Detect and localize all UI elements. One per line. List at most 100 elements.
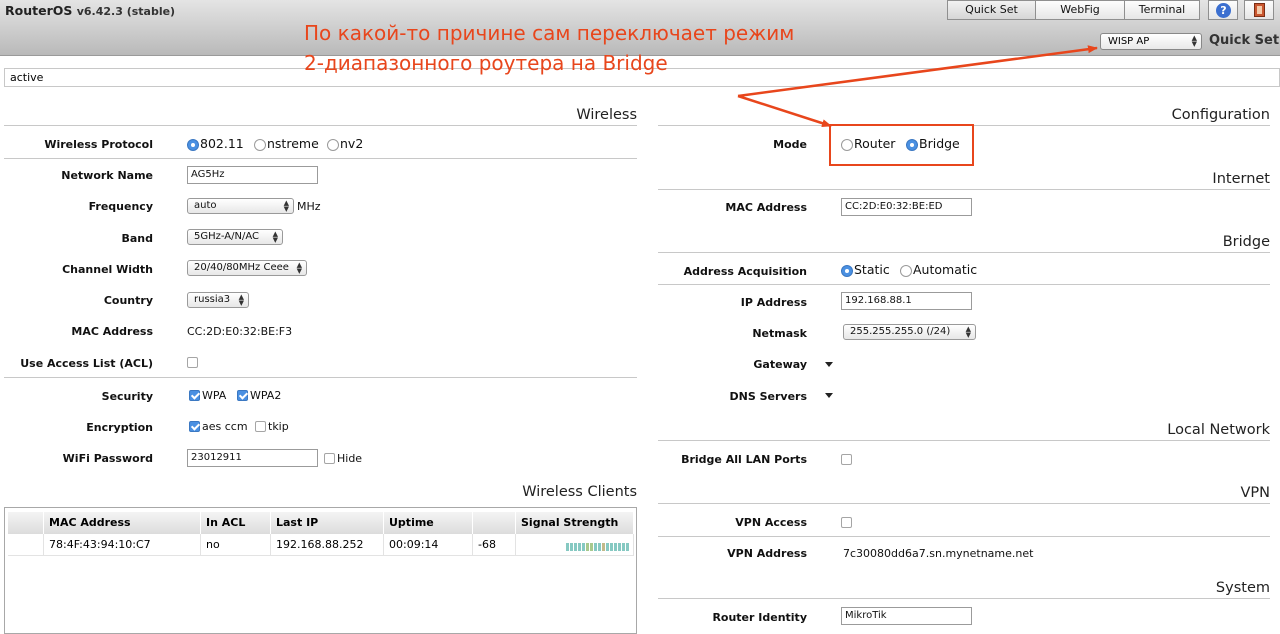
terminal-button[interactable]: Terminal <box>1124 0 1200 20</box>
signal-bar <box>590 543 593 551</box>
client-acl: no <box>201 534 271 556</box>
vpn-address-label: VPN Address <box>727 547 807 560</box>
country-select[interactable]: russia3 ▲ ▼ <box>187 292 249 308</box>
dns-expand-icon[interactable] <box>825 393 833 398</box>
table-header-signal-value[interactable] <box>473 512 516 534</box>
client-signal: -68 <box>473 534 516 556</box>
network-name-label: Network Name <box>61 169 153 182</box>
select-arrows-icon: ▲ ▼ <box>272 230 278 244</box>
wpa2-checkbox[interactable] <box>237 390 248 401</box>
system-section-title: System <box>658 580 1270 599</box>
dns-servers-label: DNS Servers <box>729 390 808 403</box>
wireless-section-title: Wireless <box>4 107 637 126</box>
gateway-expand-icon[interactable] <box>825 362 833 367</box>
netmask-select[interactable]: 255.255.255.0 (/24) ▲ ▼ <box>843 324 976 340</box>
signal-bar <box>582 543 585 551</box>
help-icon: ? <box>1216 3 1231 18</box>
frequency-unit: MHz <box>297 200 321 213</box>
quickset-mode-select[interactable]: WISP AP ▲ ▼ <box>1100 33 1202 50</box>
frequency-select[interactable]: auto ▲ ▼ <box>187 198 294 214</box>
wpa-checkbox[interactable] <box>189 390 200 401</box>
protocol-nv2-label: nv2 <box>340 136 364 151</box>
encryption-label: Encryption <box>86 421 153 434</box>
page-title: Quick Set <box>1209 33 1280 48</box>
wifi-password-label: WiFi Password <box>62 452 153 465</box>
bridge-all-lan-label: Bridge All LAN Ports <box>681 453 807 466</box>
select-arrows-icon: ▲ ▼ <box>238 293 244 307</box>
bridge-all-lan-checkbox[interactable] <box>841 454 852 465</box>
protocol-80211-label: 802.11 <box>200 136 244 151</box>
band-value: 5GHz-A/N/AC <box>194 231 259 242</box>
acl-checkbox[interactable] <box>187 357 198 368</box>
channel-width-select[interactable]: 20/40/80MHz Ceee ▲ ▼ <box>187 260 307 276</box>
signal-bar <box>614 543 617 551</box>
signal-bar <box>594 543 597 551</box>
client-signal-bar <box>516 534 634 556</box>
logout-icon <box>1254 3 1265 17</box>
client-mac: 78:4F:43:94:10:C7 <box>44 534 201 556</box>
wpa-label: WPA <box>202 389 227 402</box>
signal-bar <box>598 543 601 551</box>
select-arrows-icon: ▲ ▼ <box>965 325 971 339</box>
webfig-button[interactable]: WebFig <box>1035 0 1125 20</box>
divider <box>658 536 1270 537</box>
internet-mac-label: MAC Address <box>725 201 807 214</box>
signal-bar <box>570 543 573 551</box>
frequency-label: Frequency <box>88 200 153 213</box>
logout-button[interactable] <box>1244 0 1274 20</box>
client-ip: 192.168.88.252 <box>271 534 384 556</box>
protocol-nstreme-radio[interactable] <box>254 139 266 151</box>
protocol-nstreme-label: nstreme <box>267 136 319 151</box>
table-header-mac[interactable]: MAC Address <box>44 512 201 534</box>
divider <box>658 284 1270 285</box>
band-select[interactable]: 5GHz-A/N/AC ▲ ▼ <box>187 229 283 245</box>
address-acquisition-label: Address Acquisition <box>683 265 807 278</box>
network-name-input[interactable]: AG5Hz <box>187 166 318 184</box>
table-header-uptime[interactable]: Uptime <box>384 512 473 534</box>
internet-section-title: Internet <box>658 171 1270 190</box>
annotation-text: По какой-то причине сам переключает режи… <box>304 18 794 78</box>
help-button[interactable]: ? <box>1208 0 1238 20</box>
router-identity-input[interactable]: MikroTik <box>841 607 972 625</box>
tkip-checkbox[interactable] <box>255 421 266 432</box>
acquisition-automatic-radio[interactable] <box>900 265 912 277</box>
ip-address-input[interactable]: 192.168.88.1 <box>841 292 972 310</box>
vpn-address-value: 7c30080dd6a7.sn.mynetname.net <box>843 547 1034 560</box>
annotation-line-2: 2-диапазонного роутера на Bridge <box>304 51 668 75</box>
signal-bar <box>610 543 613 551</box>
brand-name: RouterOS <box>5 3 73 18</box>
signal-bar <box>606 543 609 551</box>
table-header-ip[interactable]: Last IP <box>271 512 384 534</box>
hide-password-label: Hide <box>337 452 363 465</box>
hide-password-checkbox[interactable] <box>324 453 335 464</box>
internet-mac-input[interactable]: CC:2D:E0:32:BE:ED <box>841 198 972 216</box>
vpn-section-title: VPN <box>658 485 1270 504</box>
channel-width-value: 20/40/80MHz Ceee <box>194 262 289 273</box>
signal-bar <box>622 543 625 551</box>
quick-set-button[interactable]: Quick Set <box>947 0 1036 20</box>
signal-bar <box>626 543 629 551</box>
table-header-acl[interactable]: In ACL <box>201 512 271 534</box>
wifi-password-input[interactable]: 23012911 <box>187 449 318 467</box>
ip-address-label: IP Address <box>740 296 807 309</box>
select-arrows-icon: ▲ ▼ <box>1191 34 1197 48</box>
signal-bar <box>574 543 577 551</box>
country-value: russia3 <box>194 294 231 305</box>
signal-bar <box>586 543 589 551</box>
wireless-mac-value: CC:2D:E0:32:BE:F3 <box>187 325 293 338</box>
table-header-signal-strength[interactable]: Signal Strength <box>516 512 634 534</box>
acquisition-static-radio[interactable] <box>841 265 853 277</box>
select-arrows-icon: ▲ ▼ <box>296 261 302 275</box>
vpn-access-label: VPN Access <box>735 516 807 529</box>
protocol-nv2-radio[interactable] <box>327 139 339 151</box>
select-arrows-icon: ▲ ▼ <box>283 199 289 213</box>
channel-width-label: Channel Width <box>62 263 153 276</box>
brand: RouterOS v6.42.3 (stable) <box>5 3 175 18</box>
gateway-label: Gateway <box>753 358 807 371</box>
bridge-section-title: Bridge <box>658 234 1270 253</box>
signal-bar <box>618 543 621 551</box>
aes-ccm-label: aes ccm <box>202 420 248 433</box>
aes-ccm-checkbox[interactable] <box>189 421 200 432</box>
vpn-access-checkbox[interactable] <box>841 517 852 528</box>
protocol-80211-radio[interactable] <box>187 139 199 151</box>
